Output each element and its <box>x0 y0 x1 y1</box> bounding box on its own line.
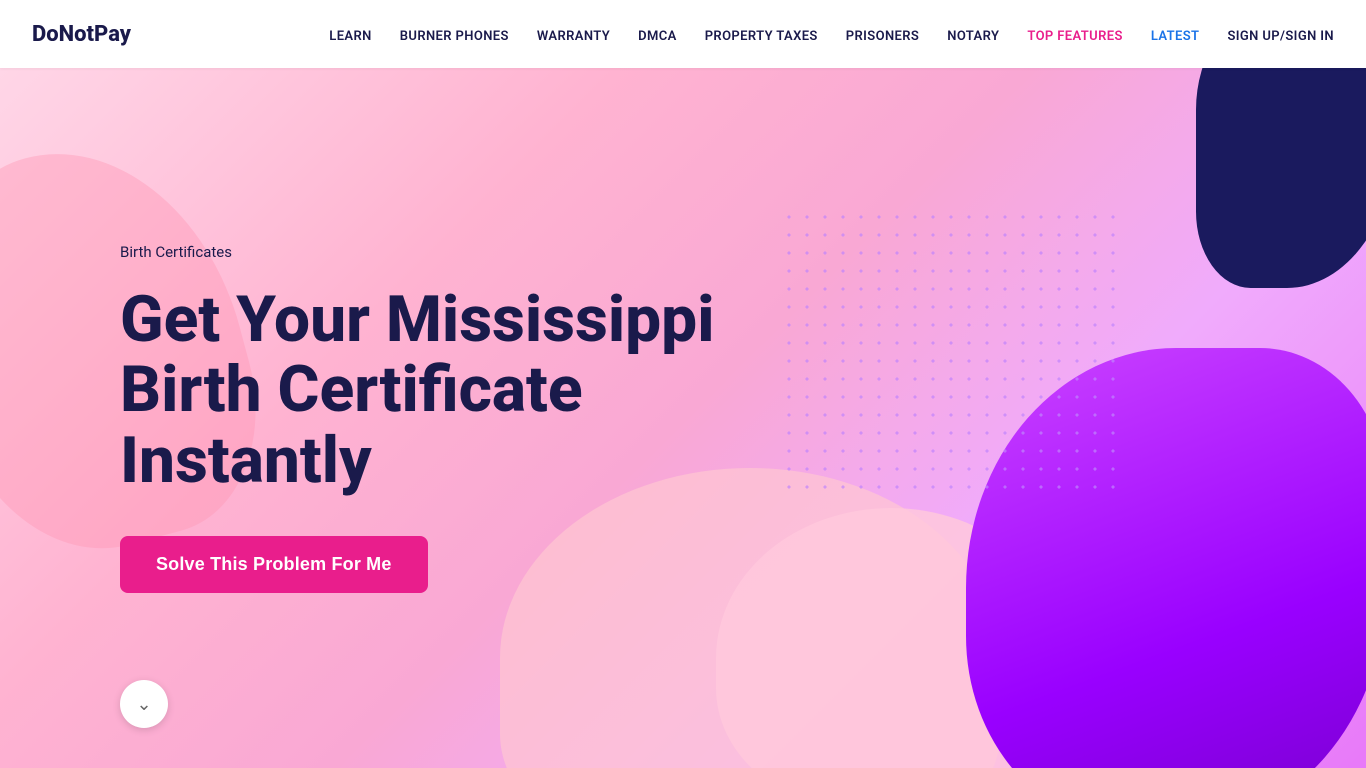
nav-links: LEARN BURNER PHONES WARRANTY DMCA PROPER… <box>329 25 1334 44</box>
nav-item-top-features[interactable]: TOP FEATURES <box>1027 29 1122 44</box>
site-logo[interactable]: DoNotPay <box>32 22 131 47</box>
nav-item-warranty[interactable]: WARRANTY <box>537 29 610 44</box>
nav-item-notary[interactable]: NOTARY <box>947 29 999 44</box>
nav-item-prisoners[interactable]: PRISONERS <box>846 29 919 44</box>
nav-item-dmca[interactable]: DMCA <box>638 29 677 44</box>
nav-item-sign-in[interactable]: SIGN UP/SIGN IN <box>1227 29 1334 44</box>
scroll-down-button[interactable]: ⌄ <box>120 680 168 728</box>
nav-item-latest[interactable]: LATEST <box>1151 29 1200 44</box>
nav-item-burner-phones[interactable]: BURNER PHONES <box>400 29 509 44</box>
nav-item-learn[interactable]: LEARN <box>329 29 371 44</box>
cta-button[interactable]: Solve This Problem For Me <box>120 536 428 593</box>
hero-section: Birth Certificates Get Your Mississippi … <box>0 68 1366 768</box>
chevron-down-icon: ⌄ <box>136 694 151 715</box>
breadcrumb: Birth Certificates <box>120 243 1246 261</box>
hero-title: Get Your Mississippi Birth Certificate I… <box>120 285 820 496</box>
navbar: DoNotPay LEARN BURNER PHONES WARRANTY DM… <box>0 0 1366 68</box>
hero-content: Birth Certificates Get Your Mississippi … <box>0 68 1366 768</box>
nav-item-property-taxes[interactable]: PROPERTY TAXES <box>705 29 818 44</box>
